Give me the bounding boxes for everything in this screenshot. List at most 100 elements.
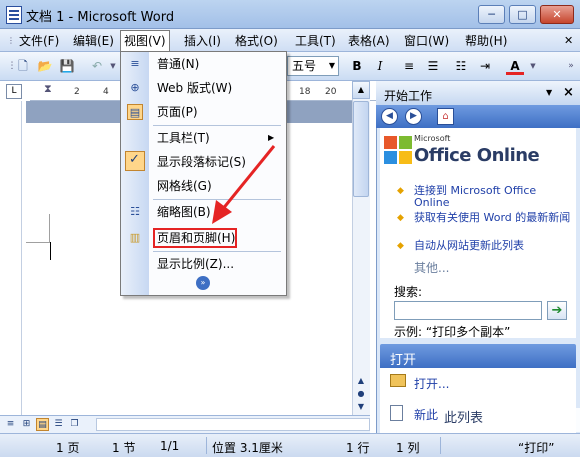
folder-icon	[390, 374, 406, 387]
logo-title: Office Online	[414, 145, 540, 166]
ruler-tick: 20	[325, 87, 337, 97]
annotation-arrow-icon	[212, 145, 276, 224]
status-position: 位置 3.1厘米	[212, 441, 283, 455]
bullet-icon: ◆	[397, 186, 404, 196]
view-menu-page[interactable]: 页面(P)	[157, 104, 198, 120]
text-cursor	[50, 242, 51, 260]
ruler-tick: 2	[74, 87, 80, 97]
link-new[interactable]: 新此	[414, 406, 438, 423]
bullet-icon: ◆	[397, 213, 404, 223]
menu-separator	[153, 125, 281, 126]
indent-marker-icon[interactable]: ⧗	[44, 82, 52, 96]
status-section: 1 节	[112, 441, 136, 455]
office-logo-icon	[384, 136, 414, 166]
font-color-dropdown-icon[interactable]: ▼	[524, 57, 542, 75]
task-pane-close-button[interactable]: ×	[563, 85, 574, 100]
watermark-overlay: 此列表	[440, 408, 580, 432]
open-folder-icon[interactable]: 📂	[36, 57, 54, 75]
window-title: 文档 1 - Microsoft Word	[26, 10, 175, 25]
expand-menu-icon[interactable]: »	[196, 276, 210, 290]
link-more[interactable]: 其他...	[414, 259, 449, 276]
thumbnails-icon: ☷	[130, 205, 140, 218]
normal-view-icon[interactable]: ≡	[4, 418, 17, 431]
new-document-icon	[390, 405, 403, 421]
status-column: 1 列	[396, 441, 420, 455]
chevron-down-icon[interactable]: ▼	[326, 57, 338, 75]
browse-object-controls[interactable]: ▲ ● ▼	[352, 374, 370, 415]
bullet-icon: ◆	[397, 241, 404, 251]
word-document-icon	[6, 6, 22, 24]
menu-bar: ⋮ 文件(F) 编辑(E) 视图(V) 插入(I) 格式(O) 工具(T) 表格…	[0, 29, 580, 52]
reading-view-icon[interactable]: ❐	[68, 418, 81, 431]
logo-subtitle: Microsoft	[414, 134, 451, 143]
menu-view[interactable]: 视图(V)	[120, 30, 170, 52]
tab-stop-selector[interactable]: L	[6, 84, 22, 99]
header-footer-icon: ▥	[129, 231, 141, 244]
minimize-button[interactable]: ─	[478, 5, 505, 24]
task-pane-title: 开始工作	[384, 89, 433, 103]
status-bar: 1 页 1 节 1/1 位置 3.1厘米 1 行 1 列 “打印”	[0, 433, 580, 457]
web-view-icon[interactable]: ⊞	[20, 418, 33, 431]
home-icon[interactable]: ⌂	[437, 108, 454, 125]
outline-view-icon[interactable]: ☰	[52, 418, 65, 431]
link-latest-news[interactable]: 获取有关使用 Word 的最新新闻	[414, 212, 574, 224]
crop-mark	[49, 214, 50, 242]
vertical-ruler[interactable]	[6, 101, 22, 415]
highlight-box	[153, 228, 237, 248]
line-spacing-icon[interactable]: ☰	[424, 57, 442, 75]
font-color-button[interactable]: A	[506, 57, 524, 75]
menu-file[interactable]: 文件(F)	[16, 32, 62, 50]
scroll-up-button[interactable]: ▲	[352, 81, 370, 99]
new-document-icon[interactable]: 🗋	[14, 57, 32, 75]
bold-button[interactable]: B	[348, 57, 366, 75]
menu-close-doc-button[interactable]: ✕	[561, 32, 576, 50]
menu-tools[interactable]: 工具(T)	[292, 32, 339, 50]
ruler-tick: 18	[299, 87, 311, 97]
normal-view-icon: ≡	[130, 57, 140, 70]
scroll-thumb[interactable]	[353, 101, 369, 197]
chevron-down-icon[interactable]: ▼	[546, 88, 552, 97]
ruler-tick: 4	[103, 87, 109, 97]
crop-mark	[26, 242, 50, 243]
maximize-button[interactable]: □	[509, 5, 536, 24]
menu-help[interactable]: 帮助(H)	[462, 32, 510, 50]
menu-format[interactable]: 格式(O)	[232, 32, 281, 50]
view-menu-web-layout[interactable]: Web 版式(W)	[157, 80, 232, 96]
checkmark-icon: ✓	[125, 151, 145, 171]
menu-insert[interactable]: 插入(I)	[181, 32, 224, 50]
forward-icon[interactable]: ▶	[405, 108, 422, 125]
search-input[interactable]	[394, 301, 542, 320]
search-go-button[interactable]: ➔	[547, 301, 567, 320]
align-center-icon[interactable]: ≡	[400, 57, 418, 75]
web-layout-icon: ⊕	[130, 81, 140, 94]
status-separator	[206, 437, 207, 454]
link-open[interactable]: 打开...	[414, 375, 449, 392]
toolbar: ⋮ 🗋 📂 💾 ↶ ▼ 五号 ▼ B I ≡ ☰ ☷ ⇥ A ▼ »	[0, 52, 580, 81]
print-view-icon[interactable]: ▤	[36, 418, 49, 431]
menu-window[interactable]: 窗口(W)	[401, 32, 452, 50]
status-pages: 1/1	[160, 439, 180, 453]
search-label: 搜索:	[394, 285, 423, 299]
horizontal-scrollbar[interactable]	[96, 418, 370, 431]
toolbar-options-icon[interactable]: »	[562, 57, 580, 75]
open-section-title: 打开	[390, 353, 417, 368]
status-line: 1 行	[346, 441, 370, 455]
search-example: 示例: “打印多个副本”	[394, 325, 511, 339]
menu-edit[interactable]: 编辑(E)	[70, 32, 117, 50]
view-menu-normal[interactable]: 普通(N)	[157, 56, 199, 72]
print-layout-icon: ▤	[127, 104, 143, 120]
link-connect-office-online[interactable]: 连接到 Microsoft Office Online	[414, 185, 574, 209]
back-icon[interactable]: ◀	[381, 108, 398, 125]
menu-separator	[153, 251, 281, 252]
status-separator	[440, 437, 441, 454]
menu-table[interactable]: 表格(A)	[345, 32, 393, 50]
link-auto-update[interactable]: 自动从网站更新此列表	[414, 240, 574, 252]
status-page: 1 页	[56, 441, 80, 455]
close-button[interactable]: ✕	[540, 5, 574, 24]
indent-icon[interactable]: ⇥	[476, 57, 494, 75]
status-extra: “打印”	[518, 441, 555, 455]
save-icon[interactable]: 💾	[58, 57, 76, 75]
view-menu-zoom[interactable]: 显示比例(Z)...	[157, 256, 234, 272]
italic-button[interactable]: I	[371, 57, 389, 75]
numbering-icon[interactable]: ☷	[452, 57, 470, 75]
